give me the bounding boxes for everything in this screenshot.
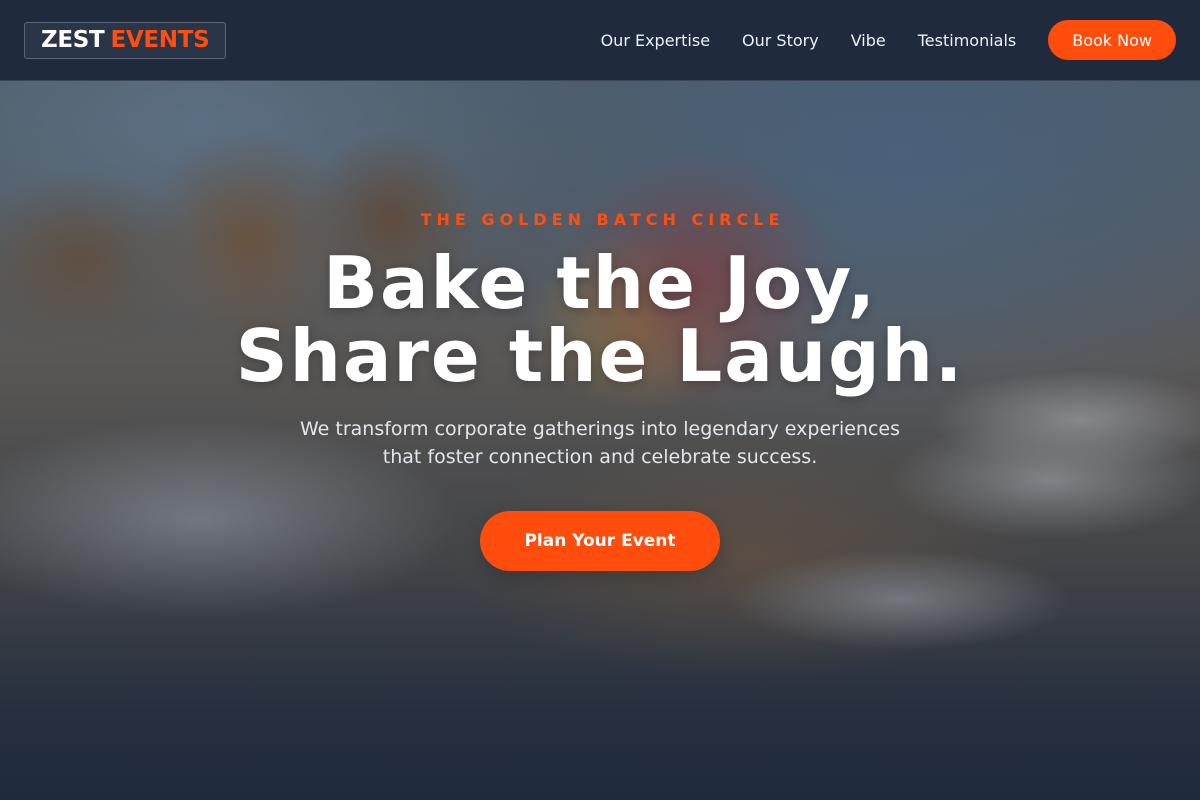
nav-link-vibe[interactable]: Vibe: [851, 31, 886, 50]
book-now-button[interactable]: Book Now: [1048, 20, 1176, 60]
landing-page: ZEST EVENTS Our Expertise Our Story Vibe…: [0, 0, 1200, 800]
hero-headline: Bake the Joy, Share the Laugh.: [236, 247, 965, 393]
nav-link-our-story[interactable]: Our Story: [742, 31, 819, 50]
brand-logo[interactable]: ZEST EVENTS: [24, 21, 227, 59]
main-nav: Our Expertise Our Story Vibe Testimonial…: [601, 20, 1176, 60]
hero-headline-line-2: Share the Laugh.: [235, 314, 965, 398]
nav-link-testimonials[interactable]: Testimonials: [918, 31, 1017, 50]
brand-logo-word-events: EVENTS: [110, 27, 210, 53]
hero-headline-line-1: Bake the Joy,: [323, 241, 877, 325]
hero-subtext-line-1: We transform corporate gatherings into l…: [299, 418, 900, 440]
plan-your-event-button[interactable]: Plan Your Event: [480, 511, 720, 571]
nav-link-our-expertise[interactable]: Our Expertise: [601, 31, 710, 50]
hero-subtext-line-2: that foster connection and celebrate suc…: [382, 446, 818, 468]
site-header: ZEST EVENTS Our Expertise Our Story Vibe…: [0, 0, 1200, 81]
brand-logo-word-zest: ZEST: [41, 27, 105, 53]
hero-eyebrow: THE GOLDEN BATCH CIRCLE: [420, 210, 785, 229]
hero-subtext: We transform corporate gatherings into l…: [270, 415, 930, 471]
hero-section: THE GOLDEN BATCH CIRCLE Bake the Joy, Sh…: [0, 210, 1200, 571]
